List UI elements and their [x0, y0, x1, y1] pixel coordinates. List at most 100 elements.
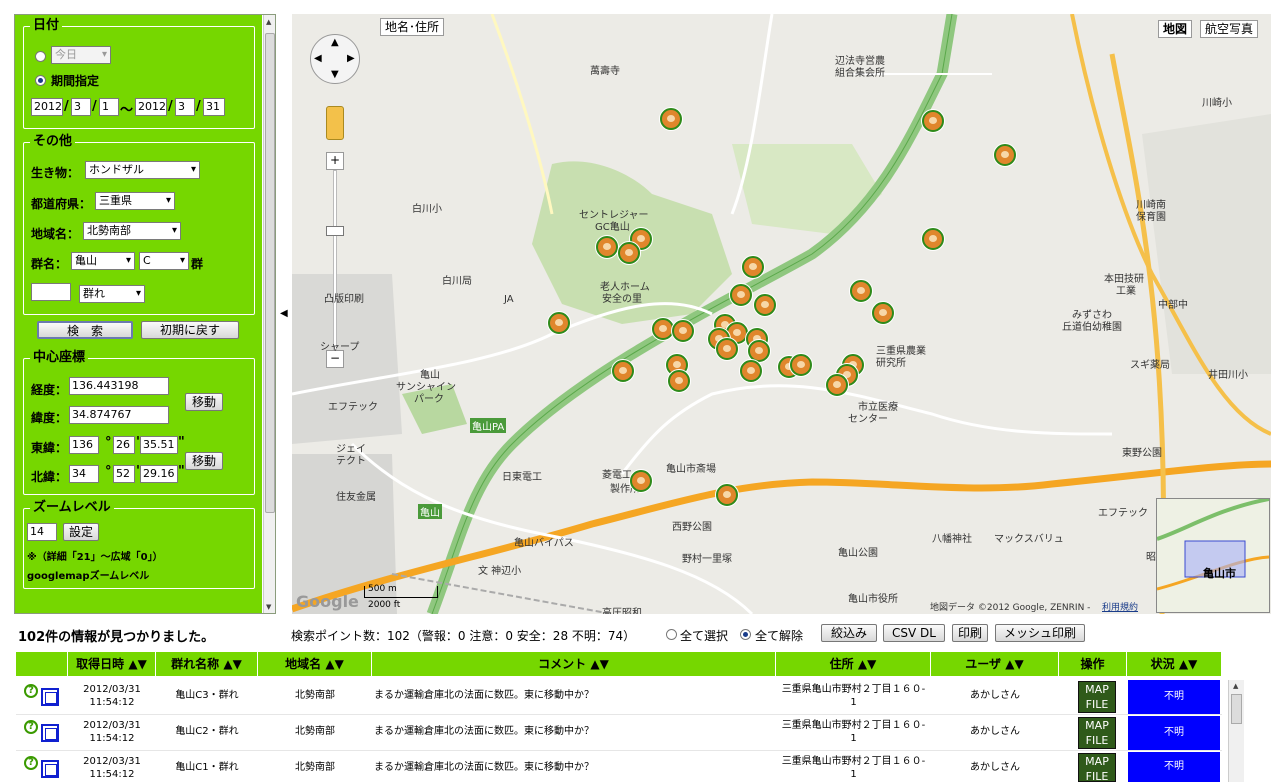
monkey-marker-icon[interactable] [994, 144, 1016, 166]
row-checkbox[interactable] [41, 688, 59, 706]
pan-up-icon[interactable]: ▲ [331, 37, 339, 48]
type-select[interactable]: 群れ [79, 285, 145, 303]
overview-map[interactable]: 亀山市 [1156, 497, 1270, 613]
monkey-marker-icon[interactable] [922, 110, 944, 132]
map-type-aerial-button[interactable]: 航空写真 [1200, 20, 1259, 38]
monkey-marker-icon[interactable] [850, 280, 872, 302]
col-header-user[interactable]: ユーザ ▲▼ [931, 652, 1059, 676]
group-sub-select[interactable]: C [139, 252, 189, 270]
terms-link[interactable]: 利用規約 [1102, 600, 1138, 613]
period-radio[interactable] [35, 75, 46, 86]
to-year-input[interactable]: 2012 [135, 98, 167, 116]
deselect-all-radio[interactable] [740, 629, 751, 640]
monkey-marker-icon[interactable] [596, 236, 618, 258]
set-button[interactable]: 設定 [63, 523, 99, 541]
cell-address: 三重県亀山市野村２丁目１６０- 1 [776, 755, 931, 781]
zoom-input[interactable]: 14 [27, 523, 57, 541]
to-day-input[interactable]: 31 [203, 98, 225, 116]
col-header-comment[interactable]: コメント ▲▼ [372, 652, 776, 676]
move-button-dms[interactable]: 移動 [185, 452, 223, 470]
monkey-marker-icon[interactable] [826, 374, 848, 396]
map-file-button[interactable]: MAP FILE [1078, 717, 1116, 749]
monkey-marker-icon[interactable] [754, 294, 776, 316]
pan-left-icon[interactable]: ◀ [314, 53, 322, 64]
east-min-input[interactable]: 26 [113, 436, 135, 454]
north-min-input[interactable]: 52 [113, 465, 135, 483]
help-icon[interactable]: ? [24, 756, 38, 770]
scroll-thumb[interactable] [265, 33, 275, 513]
pan-control[interactable]: ▲ ▼ ◀ ▶ [310, 34, 360, 84]
help-icon[interactable]: ? [24, 684, 38, 698]
today-select[interactable]: 今日 [51, 46, 111, 64]
monkey-marker-icon[interactable] [716, 484, 738, 506]
reset-button[interactable]: 初期に戻す [141, 321, 239, 339]
table-scroll-up-icon[interactable]: ▲ [1233, 682, 1238, 690]
move-button-decimal[interactable]: 移動 [185, 393, 223, 411]
monkey-marker-icon[interactable] [548, 312, 570, 334]
csv-download-button[interactable]: CSV DL [883, 624, 945, 642]
monkey-marker-icon[interactable] [652, 318, 674, 340]
monkey-marker-icon[interactable] [630, 470, 652, 492]
today-radio[interactable] [35, 51, 46, 62]
scroll-up-icon[interactable]: ▲ [266, 18, 271, 26]
monkey-marker-icon[interactable] [790, 354, 812, 376]
col-header-group[interactable]: 群れ名称 ▲▼ [156, 652, 258, 676]
col-header-status[interactable]: 状況 ▲▼ [1127, 652, 1222, 676]
col-header-area[interactable]: 地域名 ▲▼ [258, 652, 372, 676]
zoom-slider-track[interactable] [333, 170, 337, 350]
monkey-marker-icon[interactable] [730, 284, 752, 306]
pan-down-icon[interactable]: ▼ [331, 69, 339, 80]
creature-select[interactable]: ホンドザル [85, 161, 200, 179]
monkey-marker-icon[interactable] [740, 360, 762, 382]
col-header-date[interactable]: 取得日時 ▲▼ [68, 652, 156, 676]
narrow-button[interactable]: 絞込み [821, 624, 877, 642]
group-number-input[interactable] [31, 283, 71, 301]
monkey-marker-icon[interactable] [660, 108, 682, 130]
area-select[interactable]: 北勢南部 [83, 222, 181, 240]
table-scrollbar[interactable]: ▲ [1228, 680, 1244, 782]
monkey-marker-icon[interactable] [716, 338, 738, 360]
group-select[interactable]: 亀山 [71, 252, 135, 270]
lat-input[interactable]: 34.874767 [69, 406, 169, 424]
east-sec-input[interactable]: 35.51 [140, 436, 178, 454]
select-all-radio[interactable] [666, 629, 677, 640]
status-badge: 不明 [1128, 716, 1220, 750]
monkey-marker-icon[interactable] [748, 340, 770, 362]
from-day-input[interactable]: 1 [99, 98, 119, 116]
lon-input[interactable]: 136.443198 [69, 377, 169, 395]
monkey-marker-icon[interactable] [922, 228, 944, 250]
monkey-marker-icon[interactable] [668, 370, 690, 392]
monkey-marker-icon[interactable] [672, 320, 694, 342]
map-file-button[interactable]: MAP FILE [1078, 753, 1116, 783]
place-search-button[interactable]: 地名･住所 [380, 18, 445, 36]
east-deg-input[interactable]: 136 [69, 436, 99, 454]
print-button[interactable]: 印刷 [952, 624, 988, 642]
row-checkbox[interactable] [41, 724, 59, 742]
monkey-marker-icon[interactable] [872, 302, 894, 324]
sidebar-scrollbar[interactable]: ▲ ▼ [263, 15, 275, 613]
pan-right-icon[interactable]: ▶ [347, 53, 355, 64]
street-view-pegman-icon[interactable] [326, 106, 344, 140]
map-view[interactable]: 地名･住所 地図 航空写真 ▲ ▼ ◀ ▶ + − 萬壽寺 辺法寺営農 組合集会… [292, 14, 1271, 614]
monkey-marker-icon[interactable] [742, 256, 764, 278]
pref-select[interactable]: 三重県 [95, 192, 175, 210]
monkey-marker-icon[interactable] [618, 242, 640, 264]
collapse-panel-icon[interactable]: ◀ [280, 308, 288, 319]
north-deg-input[interactable]: 34 [69, 465, 99, 483]
from-month-input[interactable]: 3 [71, 98, 91, 116]
zoom-slider-thumb[interactable] [326, 226, 344, 236]
north-sec-input[interactable]: 29.16 [140, 465, 178, 483]
mesh-print-button[interactable]: メッシュ印刷 [995, 624, 1085, 642]
monkey-marker-icon[interactable] [612, 360, 634, 382]
map-type-map-button[interactable]: 地図 [1158, 20, 1193, 38]
zoom-in-icon[interactable]: + [326, 152, 344, 170]
help-icon[interactable]: ? [24, 720, 38, 734]
row-checkbox[interactable] [41, 760, 59, 778]
scroll-down-icon[interactable]: ▼ [266, 603, 271, 611]
map-file-button[interactable]: MAP FILE [1078, 681, 1116, 713]
to-month-input[interactable]: 3 [175, 98, 195, 116]
col-header-address[interactable]: 住所 ▲▼ [776, 652, 931, 676]
table-scroll-thumb[interactable] [1231, 694, 1242, 724]
from-year-input[interactable]: 2012 [31, 98, 63, 116]
search-button[interactable]: 検 索 [37, 321, 133, 339]
